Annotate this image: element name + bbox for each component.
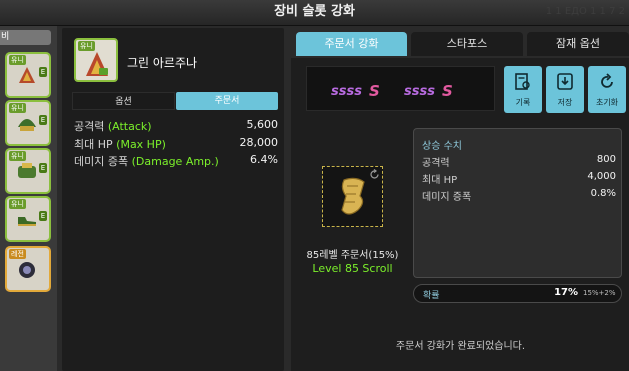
increase-label: 공격력 [422, 158, 450, 169]
record-icon [515, 73, 530, 90]
scroll-effect-preview: ssss S ssss S [306, 66, 495, 111]
scroll-name-english: Level 85 Scroll [312, 262, 393, 275]
background-text: 1 1 ЕДО 1 1 7 2 [545, 6, 625, 17]
glove-icon [19, 262, 35, 278]
stat-label-en: (Attack) [107, 120, 152, 133]
record-button[interactable]: 기록 [504, 66, 542, 113]
scroll-icon [341, 177, 365, 215]
item-strip-tab[interactable]: 비 [0, 30, 51, 45]
stat-value: 6.4% [250, 153, 278, 166]
weapon-icon [19, 67, 35, 83]
stat-label: 공격력 [74, 120, 105, 133]
scroll-button[interactable]: 주문서 [176, 92, 278, 110]
option-button[interactable]: 옵션 [72, 92, 175, 110]
grade-badge: E [39, 67, 47, 77]
stat-value: 5,600 [246, 118, 279, 131]
sparkle-effect-icon: ssss S ssss S [331, 82, 453, 100]
grade-badge: E [39, 115, 47, 125]
increase-value: 0.8% [590, 188, 616, 199]
item-slot[interactable]: 유니 E [5, 196, 51, 242]
increase-row-max-hp: 최대 HP 4,000 [422, 171, 616, 186]
shoes-icon [18, 217, 36, 226]
window-title: 장비 슬롯 강화 [274, 4, 355, 19]
selected-item-icon: 유니 [74, 38, 118, 82]
increase-row-damage-amp: 데미지 증폭 0.8% [422, 188, 616, 203]
tab-starforce[interactable]: 스타포스 [411, 32, 523, 56]
stat-label: 최대 HP [74, 138, 113, 151]
increase-label: 데미지 증폭 [422, 192, 472, 203]
stat-label-en: (Max HP) [116, 138, 166, 151]
scroll-name: 85레벨 주문서(15%) [306, 250, 399, 261]
save-button[interactable]: 저장 [546, 66, 584, 113]
grade-badge: E [39, 211, 47, 221]
stat-row-damage-amp: 데미지 증폭 (Damage Amp.) 6.4% [74, 153, 278, 169]
reset-button[interactable]: 초기화 [588, 66, 626, 113]
stat-value: 28,000 [239, 136, 279, 149]
increase-value: 4,000 [587, 171, 616, 182]
increase-stats-title: 상승 수치 [422, 141, 462, 152]
stat-label: 데미지 증폭 [74, 155, 129, 168]
stat-row-attack: 공격력 (Attack) 5,600 [74, 118, 278, 134]
armor-icon [18, 163, 36, 178]
increase-value: 800 [596, 154, 616, 165]
item-slot[interactable]: 유니 E [5, 148, 51, 194]
item-slot[interactable]: 유니 E [5, 100, 51, 146]
save-icon [557, 73, 573, 90]
helmet-icon [18, 119, 36, 131]
success-rate-value: 17% [554, 287, 578, 298]
item-name: 그린 아르주나 [127, 56, 198, 70]
scroll-slot[interactable] [322, 166, 383, 227]
success-rate-breakdown: 15%+2% [583, 289, 616, 297]
status-message: 주문서 강화가 완료되었습니다. [395, 341, 526, 352]
item-slot-selected[interactable]: 레전 [5, 246, 51, 292]
success-rate-label: 확률 [423, 291, 440, 301]
tab-scroll-enhance[interactable]: 주문서 강화 [296, 32, 407, 56]
stat-row-max-hp: 최대 HP (Max HP) 28,000 [74, 136, 278, 152]
svg-text:ssss: ssss [331, 84, 362, 99]
increase-label: 최대 HP [422, 175, 458, 186]
reset-icon [601, 73, 613, 88]
record-button-label: 기록 [515, 98, 531, 107]
save-button-label: 저장 [557, 98, 573, 107]
refresh-icon[interactable] [369, 169, 380, 180]
increase-row-attack: 공격력 800 [422, 154, 616, 169]
svg-text:S: S [442, 82, 453, 100]
stat-label-en: (Damage Amp.) [131, 155, 219, 168]
weapon-icon [86, 52, 108, 76]
svg-text:S: S [369, 82, 380, 100]
svg-text:ssss: ssss [404, 84, 435, 99]
tab-potential[interactable]: 잠재 옵션 [527, 32, 629, 56]
reset-button-label: 초기화 [595, 98, 619, 107]
item-slot[interactable]: 유니 E [5, 52, 51, 98]
grade-badge: E [39, 163, 47, 173]
